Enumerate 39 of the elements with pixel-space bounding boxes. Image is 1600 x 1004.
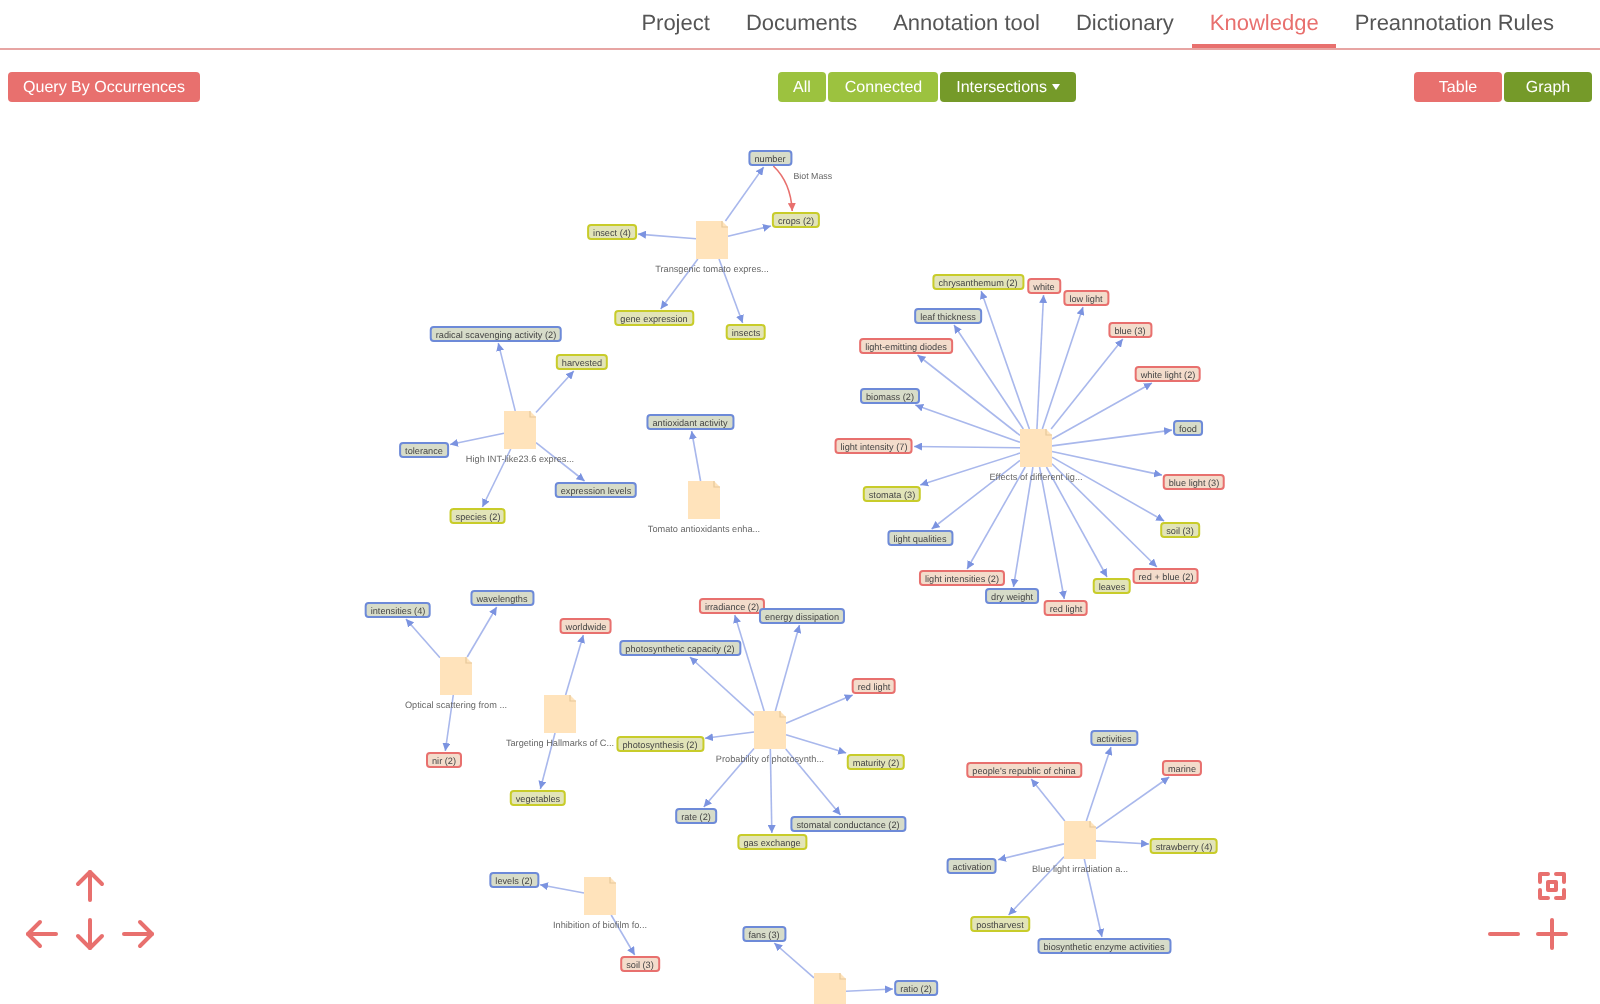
edge-arrow: [845, 985, 894, 994]
edge-arrow: [466, 606, 498, 658]
document-node[interactable]: [544, 695, 576, 733]
edge-arrow: [405, 618, 441, 659]
edge-arrow: [539, 882, 585, 894]
edge-arrow: [767, 748, 776, 834]
edge-arrow: [1095, 839, 1150, 848]
pan-right-icon[interactable]: [120, 916, 156, 952]
nav-tab[interactable]: Preannotation Rules: [1336, 0, 1572, 48]
edge-arrow: [1030, 778, 1066, 822]
pan-left-icon[interactable]: [24, 916, 60, 952]
document-node[interactable]: [814, 973, 846, 1004]
edge-arrow: [773, 942, 815, 979]
edge-arrow: [704, 731, 755, 742]
document-node[interactable]: [584, 877, 616, 915]
edge-arrow: [496, 342, 517, 412]
edge-arrow: [535, 370, 575, 414]
nav-tab[interactable]: Project: [623, 0, 728, 48]
document-node[interactable]: [696, 221, 728, 259]
document-node[interactable]: [440, 657, 472, 695]
document-node[interactable]: [1020, 429, 1052, 467]
nav-tab[interactable]: Dictionary: [1057, 0, 1192, 48]
edge-arrow: [535, 441, 586, 482]
relation-arrow: [772, 165, 796, 212]
document-node[interactable]: [754, 711, 786, 749]
edge-arrow: [702, 747, 755, 808]
document-node[interactable]: [688, 481, 720, 519]
zoom-in-icon[interactable]: [1534, 916, 1570, 952]
edge-arrow: [659, 258, 699, 310]
edge-arrow: [637, 230, 697, 240]
nav-tab[interactable]: Documents: [727, 0, 876, 48]
nav-tab[interactable]: Annotation tool: [875, 0, 1058, 48]
document-node[interactable]: [504, 411, 536, 449]
fit-view-icon[interactable]: [1534, 868, 1570, 904]
edge-arrow: [564, 634, 585, 696]
pan-up-icon[interactable]: [72, 868, 108, 904]
document-node[interactable]: [1064, 821, 1096, 859]
pan-down-icon[interactable]: [72, 916, 108, 952]
edge-arrow: [689, 430, 702, 482]
